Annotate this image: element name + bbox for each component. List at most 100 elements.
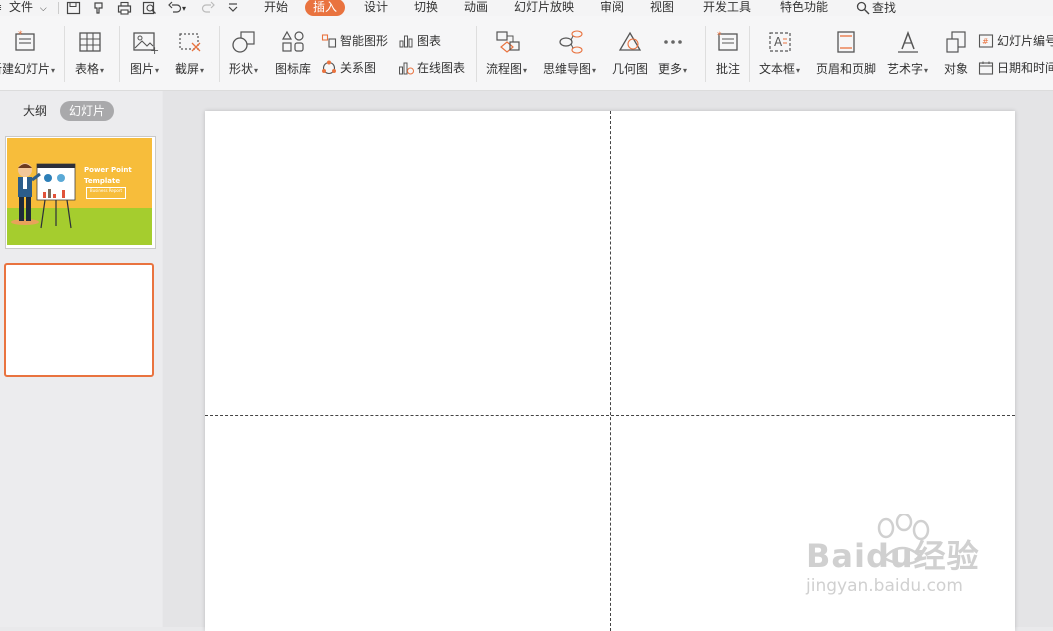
customize-toolbar-button[interactable] [227,0,239,16]
mindmap-button[interactable]: 思维导图▾ [543,28,596,77]
online-chart-label: 在线图表 [417,61,466,75]
mindmap-icon [558,30,583,54]
new-slide-button[interactable]: * 新建幻灯片▾ [0,28,55,77]
picture-label: 图片 [130,62,155,76]
datetime-button[interactable]: 日期和时间 [978,59,1053,76]
slide-1-subtitle: Business Report [86,187,126,199]
tab-view[interactable]: 视图 [650,0,674,16]
flowchart-button[interactable]: 流程图▾ [486,28,527,77]
bar-chart-icon [399,35,413,47]
chevron-down-icon: ⌵ [39,4,47,14]
object-button[interactable]: 对象 [943,28,969,77]
redo-button[interactable] [201,0,215,16]
table-icon [78,32,101,52]
more-button[interactable]: 更多▾ [658,28,687,77]
chart-button[interactable]: 图表 [398,32,441,49]
header-footer-label: 页眉和页脚 [816,62,877,76]
svg-text:*: * [717,31,722,41]
datetime-label: 日期和时间 [997,61,1053,75]
baidu-watermark: Baidu经验 jingyan.baidu.com [806,512,980,596]
svg-text:*: * [18,30,23,40]
slide-thumbnail-1[interactable]: Power Point Template Business Report [5,136,156,249]
comment-icon: * [717,31,738,51]
print-button[interactable] [117,0,132,16]
slide-thumbnail-2[interactable] [4,263,154,377]
relation-button[interactable]: 关系图 [321,59,376,76]
chevron-down-icon [228,3,238,12]
ribbon-insert: * 新建幻灯片▾ 表格▾ + 图片▾ 截屏▾ 形状▾ 图标库 智能图形 关系图 … [0,16,1053,91]
picture-button[interactable]: + 图片▾ [130,28,159,77]
redo-icon [201,1,215,13]
tab-developer[interactable]: 开发工具 [703,0,751,16]
comment-button[interactable]: * 批注 [714,28,742,77]
wordart-icon [897,30,918,53]
svg-text:#: # [982,37,989,46]
table-button[interactable]: 表格▾ [75,28,104,77]
shape-button[interactable]: 形状▾ [229,28,258,77]
mindmap-label: 思维导图 [543,62,592,76]
icon-library-label: 图标库 [275,62,312,76]
table-label: 表格 [75,62,100,76]
svg-text:A: A [774,35,783,49]
slide-number-button[interactable]: # 幻灯片编号 [978,32,1053,49]
print-preview-button[interactable] [142,0,157,16]
new-slide-icon: * [14,30,35,51]
slide-number-icon: # [978,33,994,48]
tab-insert[interactable]: 插入 [305,0,346,16]
shape-label: 形状 [229,62,254,76]
smart-art-icon [321,33,337,48]
tab-slides[interactable]: 幻灯片 [60,101,115,121]
tab-slideshow[interactable]: 幻灯片放映 [514,0,574,16]
chevron-down-icon: ▾ [182,3,187,13]
icon-library-icon [281,30,304,52]
tab-transitions[interactable]: 切换 [414,0,438,16]
undo-button[interactable]: ▾ [168,0,186,16]
slide-1-title: Power Point Template [84,166,132,185]
tab-outline[interactable]: 大纲 [23,101,47,121]
object-icon [946,31,966,53]
relation-icon [322,60,336,74]
watermark-brand: Baidu经验 [806,537,980,575]
format-painter-button[interactable] [92,0,106,16]
save-button[interactable] [66,0,81,16]
format-painter-icon [94,2,103,14]
object-label: 对象 [943,62,968,76]
more-icon [663,40,682,44]
save-icon [66,1,81,15]
textbox-label: 文本框 [759,62,796,76]
geometry-button[interactable]: 几何图 [612,28,648,77]
smart-art-button[interactable]: 智能图形 [321,32,388,49]
search-box[interactable]: 查找 [856,0,896,16]
shape-icon [231,31,255,53]
more-label: 更多 [658,62,683,76]
online-chart-button[interactable]: 在线图表 [398,59,465,76]
wordart-label: 艺术字 [887,62,924,76]
file-menu[interactable]: ≡ 文件 ⌵ [0,0,47,16]
header-footer-button[interactable]: 页眉和页脚 [816,28,876,77]
smart-art-label: 智能图形 [340,34,389,48]
header-footer-icon [837,31,855,53]
icon-library-button[interactable]: 图标库 [275,28,311,77]
menu-icon: ≡ [0,1,2,14]
picture-icon: + [132,32,159,55]
comment-label: 批注 [715,62,740,76]
print-icon [117,1,132,15]
screenshot-button[interactable]: 截屏▾ [175,28,204,77]
horizontal-guide[interactable] [205,415,1015,416]
online-chart-icon [399,62,414,74]
textbox-button[interactable]: A 文本框▾ [759,28,800,77]
tab-design[interactable]: 设计 [364,0,388,16]
file-menu-label: 文件 [9,0,34,14]
vertical-guide[interactable] [610,111,611,631]
tab-animations[interactable]: 动画 [464,0,488,16]
screenshot-icon [178,33,200,52]
chart-label: 图表 [417,34,442,48]
tab-features[interactable]: 特色功能 [780,0,828,16]
wordart-button[interactable]: 艺术字▾ [887,28,928,77]
tab-home[interactable]: 开始 [264,0,288,16]
flowchart-icon [495,31,520,53]
menu-bar: ≡ 文件 ⌵ ▾ 开始 插入 设计 切换 动画 幻灯片放映 审阅 视图 开发工具… [0,0,1053,16]
geometry-icon [618,31,642,51]
geometry-label: 几何图 [612,62,649,76]
tab-review[interactable]: 审阅 [600,0,624,16]
